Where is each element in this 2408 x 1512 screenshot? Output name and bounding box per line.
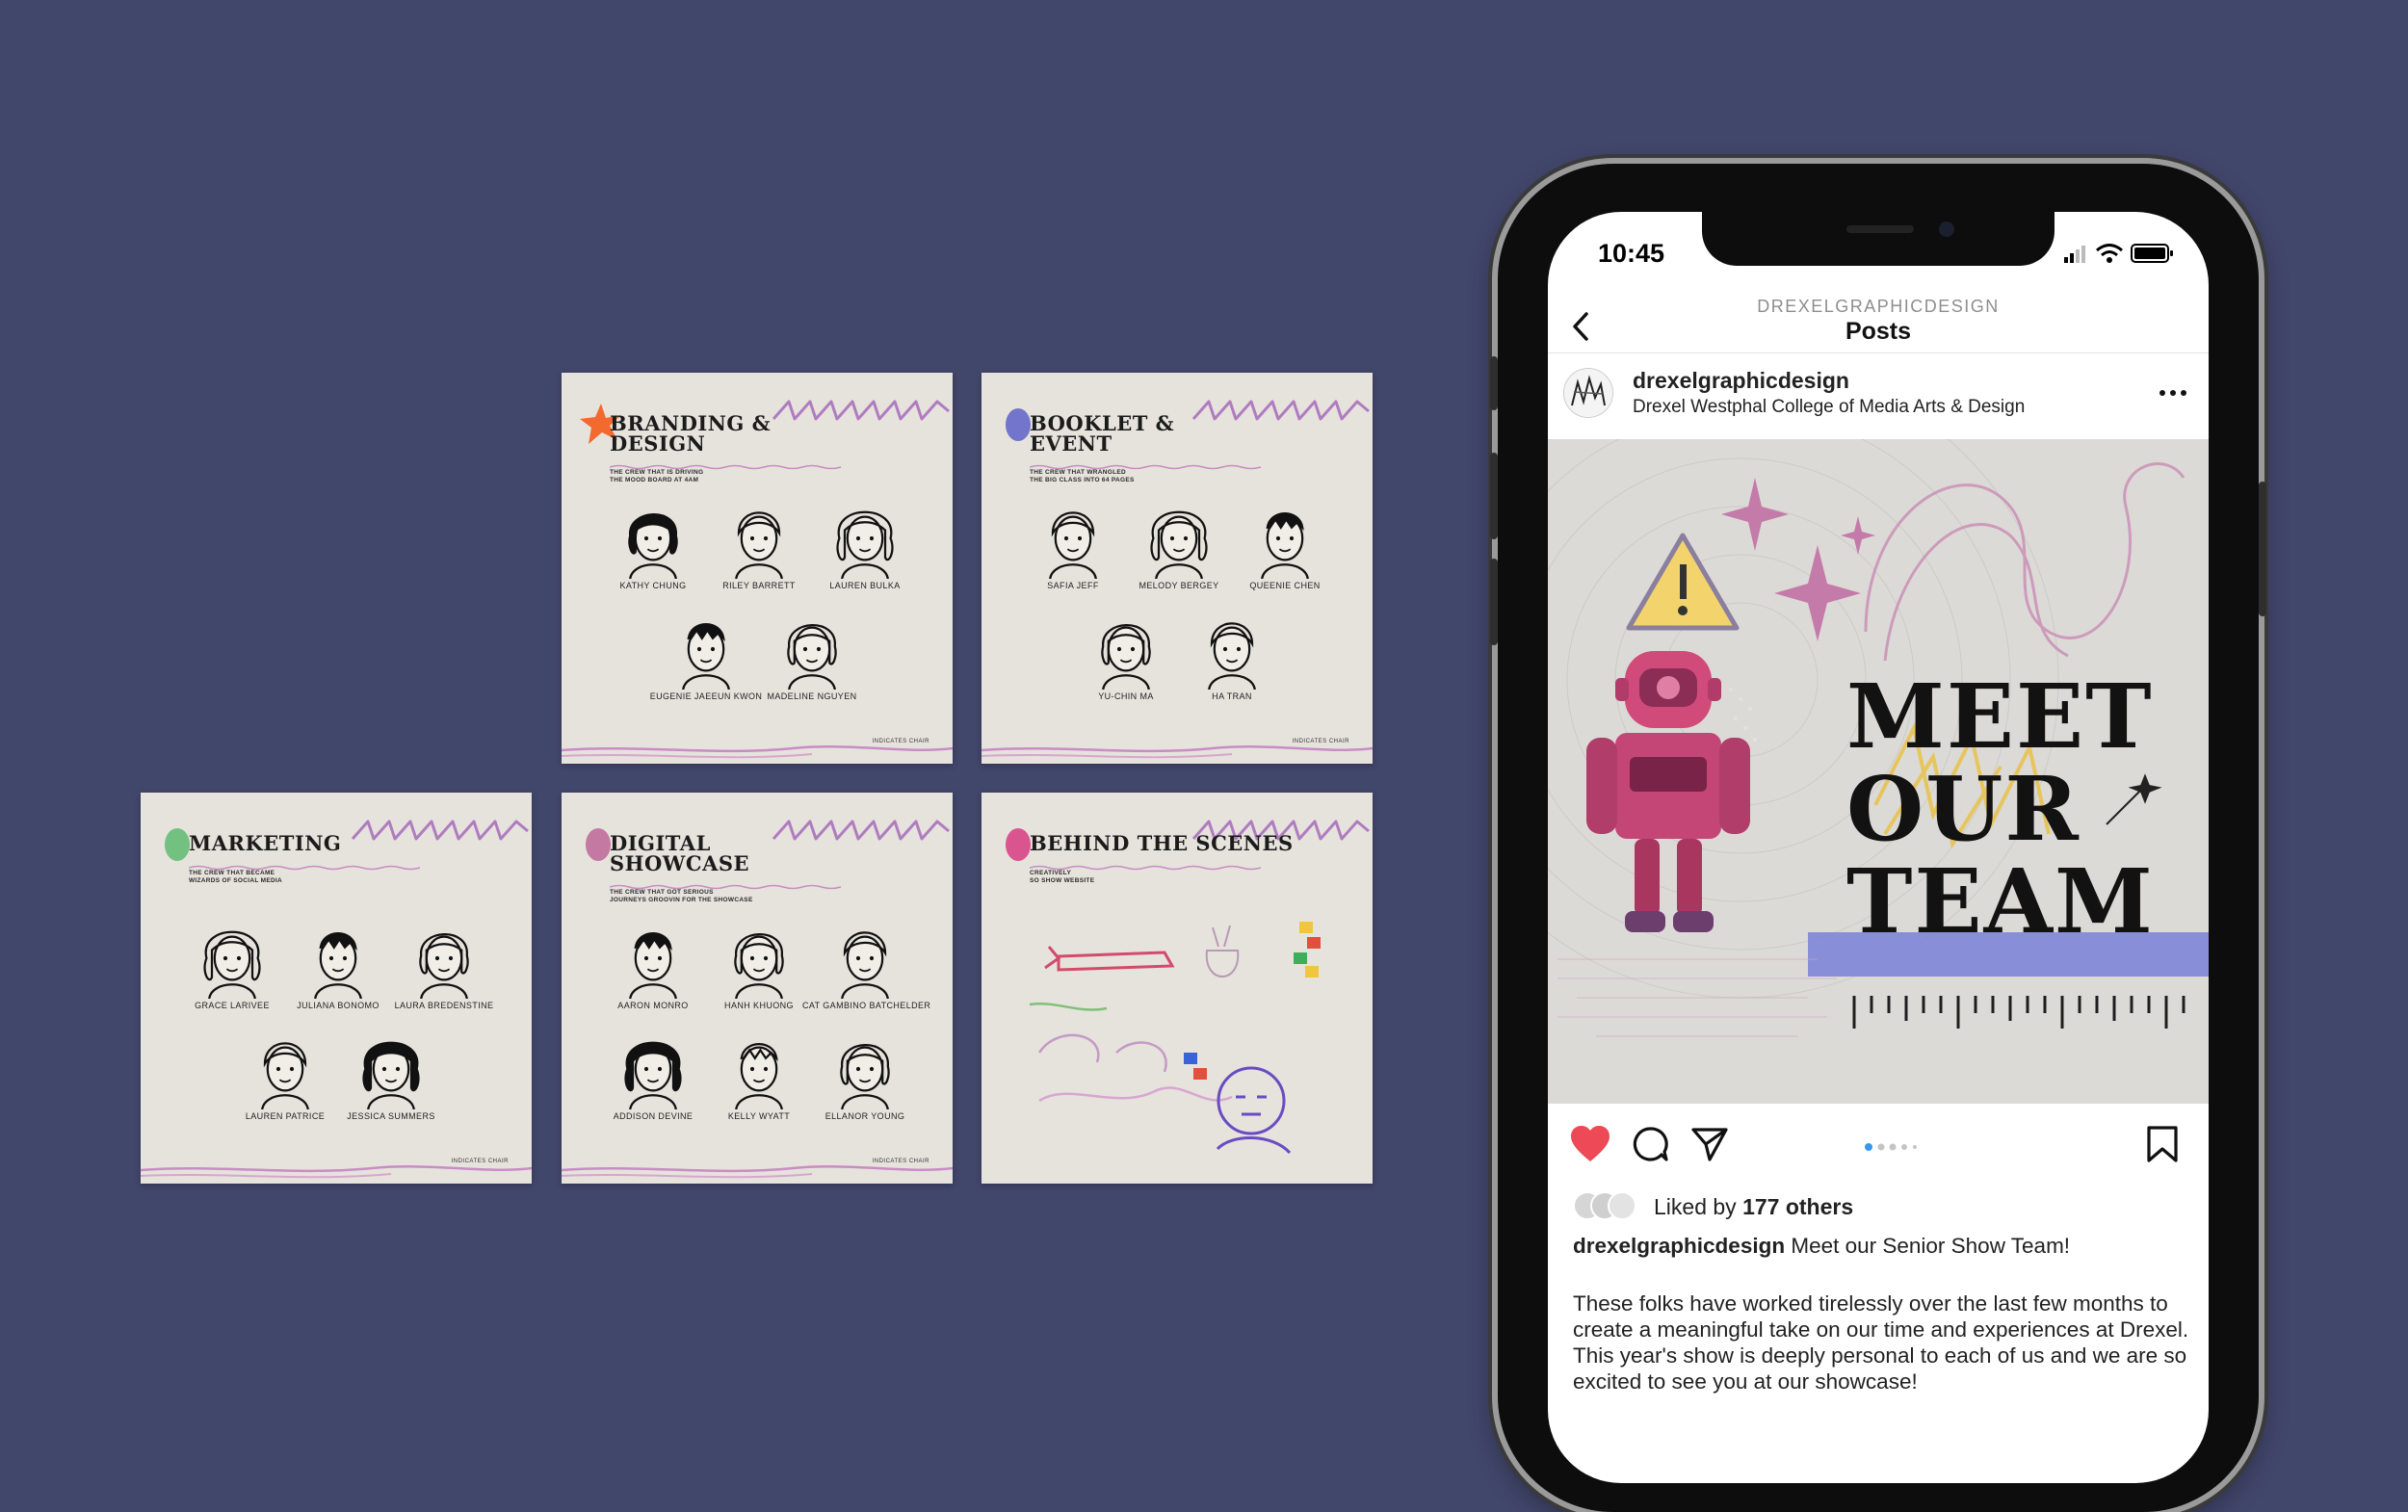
status-time: 10:45 [1598,239,1665,268]
card-title: DIGITAL SHOWCASE [610,831,750,875]
status-icons [2064,244,2173,263]
member-name: QUEENIE CHEN [1249,581,1321,590]
card-subtitle: THE CREW THAT GOT SERIOUS JOURNEYS GROOV… [610,889,753,903]
carousel-indicator [1865,1143,1917,1151]
phone-notch [1702,212,2055,266]
member-portrait-icon [802,918,928,999]
faint-pattern-lines [1557,958,1837,1037]
team-member: QUEENIE CHEN [1222,498,1348,590]
ribbon-swirl [1864,462,2186,662]
phone-power-button [2259,482,2266,616]
liker-avatars [1573,1191,1636,1220]
team-member: LAURA BREDENSTINE [381,918,507,1010]
phone-mockup: 10:45 DREXELGRAPHICDESIGN Posts drexelgr… [1490,164,2266,1512]
nav-title: Posts [1845,318,1912,345]
card-title: BOOKLET & EVENT [1030,411,1175,456]
comment-icon[interactable] [1631,1125,1669,1163]
chair-legend: INDICATES CHAIR [872,1159,929,1164]
save-bookmark-icon[interactable] [2145,1125,2180,1163]
battery-icon [2131,244,2173,263]
card-title-underline [188,858,430,871]
post-image[interactable]: MEET OUR TEAM [1548,439,2209,1104]
posts-navbar: DREXELGRAPHICDESIGN Posts [1548,289,2209,353]
post-actions [1548,1117,2209,1175]
caption-line: drexelgraphicdesign Meet our Senior Show… [1573,1233,2189,1259]
member-name: LAUREN BULKA [829,581,901,590]
team-member: HA TRAN [1169,609,1295,701]
poster-headline: MEET OUR TEAM [1846,665,2155,953]
member-name: MADELINE NGUYEN [767,691,857,701]
ruler-graphic [1852,996,2186,1029]
member-name: ELLANOR YOUNG [824,1111,905,1121]
member-portrait-icon [802,1029,928,1109]
member-portrait-icon [749,609,875,690]
card-subtitle: CREATIVELY SO SHOW WEBSITE [1030,870,1095,884]
team-member: JESSICA SUMMERS [328,1029,454,1121]
front-camera [1939,222,1954,237]
team-member: CAT GAMBINO BATCHELDER [802,918,931,1010]
member-portrait-icon [381,918,507,999]
caption-body: These folks have worked tirelessly over … [1573,1291,2189,1394]
card-title: MARKETING [189,831,342,855]
card-title-underline [1029,858,1270,871]
team-card: BOOKLET & EVENT THE CREW THAT WRANGLED TH… [982,373,1373,764]
purple-squiggle-decoration [1191,400,1370,421]
account-avatar[interactable] [1563,368,1613,418]
liked-by-count[interactable]: 177 others [1742,1194,1853,1219]
member-portrait-icon [1169,609,1295,690]
team-member: LAUREN BULKA [802,498,928,590]
chair-legend: INDICATES CHAIR [451,1159,509,1164]
phone-mute-switch [1490,356,1498,410]
card-subtitle: THE CREW THAT IS DRIVING THE MOOD BOARD … [610,469,704,483]
team-member: MADELINE NGUYEN [749,609,875,701]
card-title: BEHIND THE SCENES [1030,831,1294,855]
nav-account-handle: DREXELGRAPHICDESIGN [1757,297,2000,316]
team-member: ELLANOR YOUNG [802,1029,928,1121]
team-card: DIGITAL SHOWCASE THE CREW THAT GOT SERIOU… [562,793,953,1184]
account-subtitle[interactable]: Drexel Westphal College of Media Arts & … [1633,397,2025,418]
member-portrait-icon [328,1029,454,1109]
card-title-underline [609,877,851,890]
member-name: CAT GAMBINO BATCHELDER [802,1001,931,1010]
purple-squiggle-decoration [351,820,529,841]
sparkle-icons [1721,478,1875,641]
member-name: LAURA BREDENSTINE [394,1001,494,1010]
member-name: JESSICA SUMMERS [347,1111,435,1121]
like-heart-icon[interactable] [1569,1125,1611,1163]
member-name: HA TRAN [1212,691,1252,701]
phone-screen: 10:45 DREXELGRAPHICDESIGN Posts drexelgr… [1548,212,2209,1483]
account-name[interactable]: drexelgraphicdesign [1633,368,1849,394]
purple-squiggle-decoration [772,820,950,841]
share-send-icon[interactable] [1690,1125,1729,1163]
liked-by-prefix: Liked by [1654,1194,1743,1219]
team-card: BRANDING & DESIGN THE CREW THAT IS DRIVIN… [562,373,953,764]
member-portrait-icon [802,498,928,579]
post-header: drexelgraphicdesign Drexel Westphal Coll… [1548,352,2209,439]
phone-volume-up [1490,453,1498,539]
card-title: BRANDING & DESIGN [610,411,772,456]
team-card: MARKETING THE CREW THAT BECAME WIZARDS OF… [141,793,532,1184]
liked-by-text: Liked by 177 others [1654,1194,1853,1220]
speaker-grille [1846,225,1914,233]
purple-squiggle-decoration [772,400,950,421]
caption-text: Meet our Senior Show Team! [1785,1234,2071,1258]
caption-username[interactable]: drexelgraphicdesign [1573,1234,1785,1258]
card-title-underline [1029,457,1270,470]
doodle-artwork [1029,922,1321,1155]
member-portrait-icon [1222,498,1348,579]
likes-row[interactable]: Liked by 177 others [1573,1190,2189,1225]
team-card: BEHIND THE SCENES CREATIVELY SO SHOW WEBS… [982,793,1373,1184]
wifi-icon [2096,244,2123,263]
phone-volume-down [1490,559,1498,645]
chair-legend: INDICATES CHAIR [1292,739,1349,744]
card-subtitle: THE CREW THAT WRANGLED THE BIG CLASS INT… [1030,469,1135,483]
card-subtitle: THE CREW THAT BECAME WIZARDS OF SOCIAL M… [189,870,283,884]
warning-sign-icon [1626,533,1740,631]
chair-legend: INDICATES CHAIR [872,739,929,744]
card-title-underline [609,457,851,470]
more-options-icon[interactable] [2159,389,2187,397]
signal-icon [2064,246,2085,263]
